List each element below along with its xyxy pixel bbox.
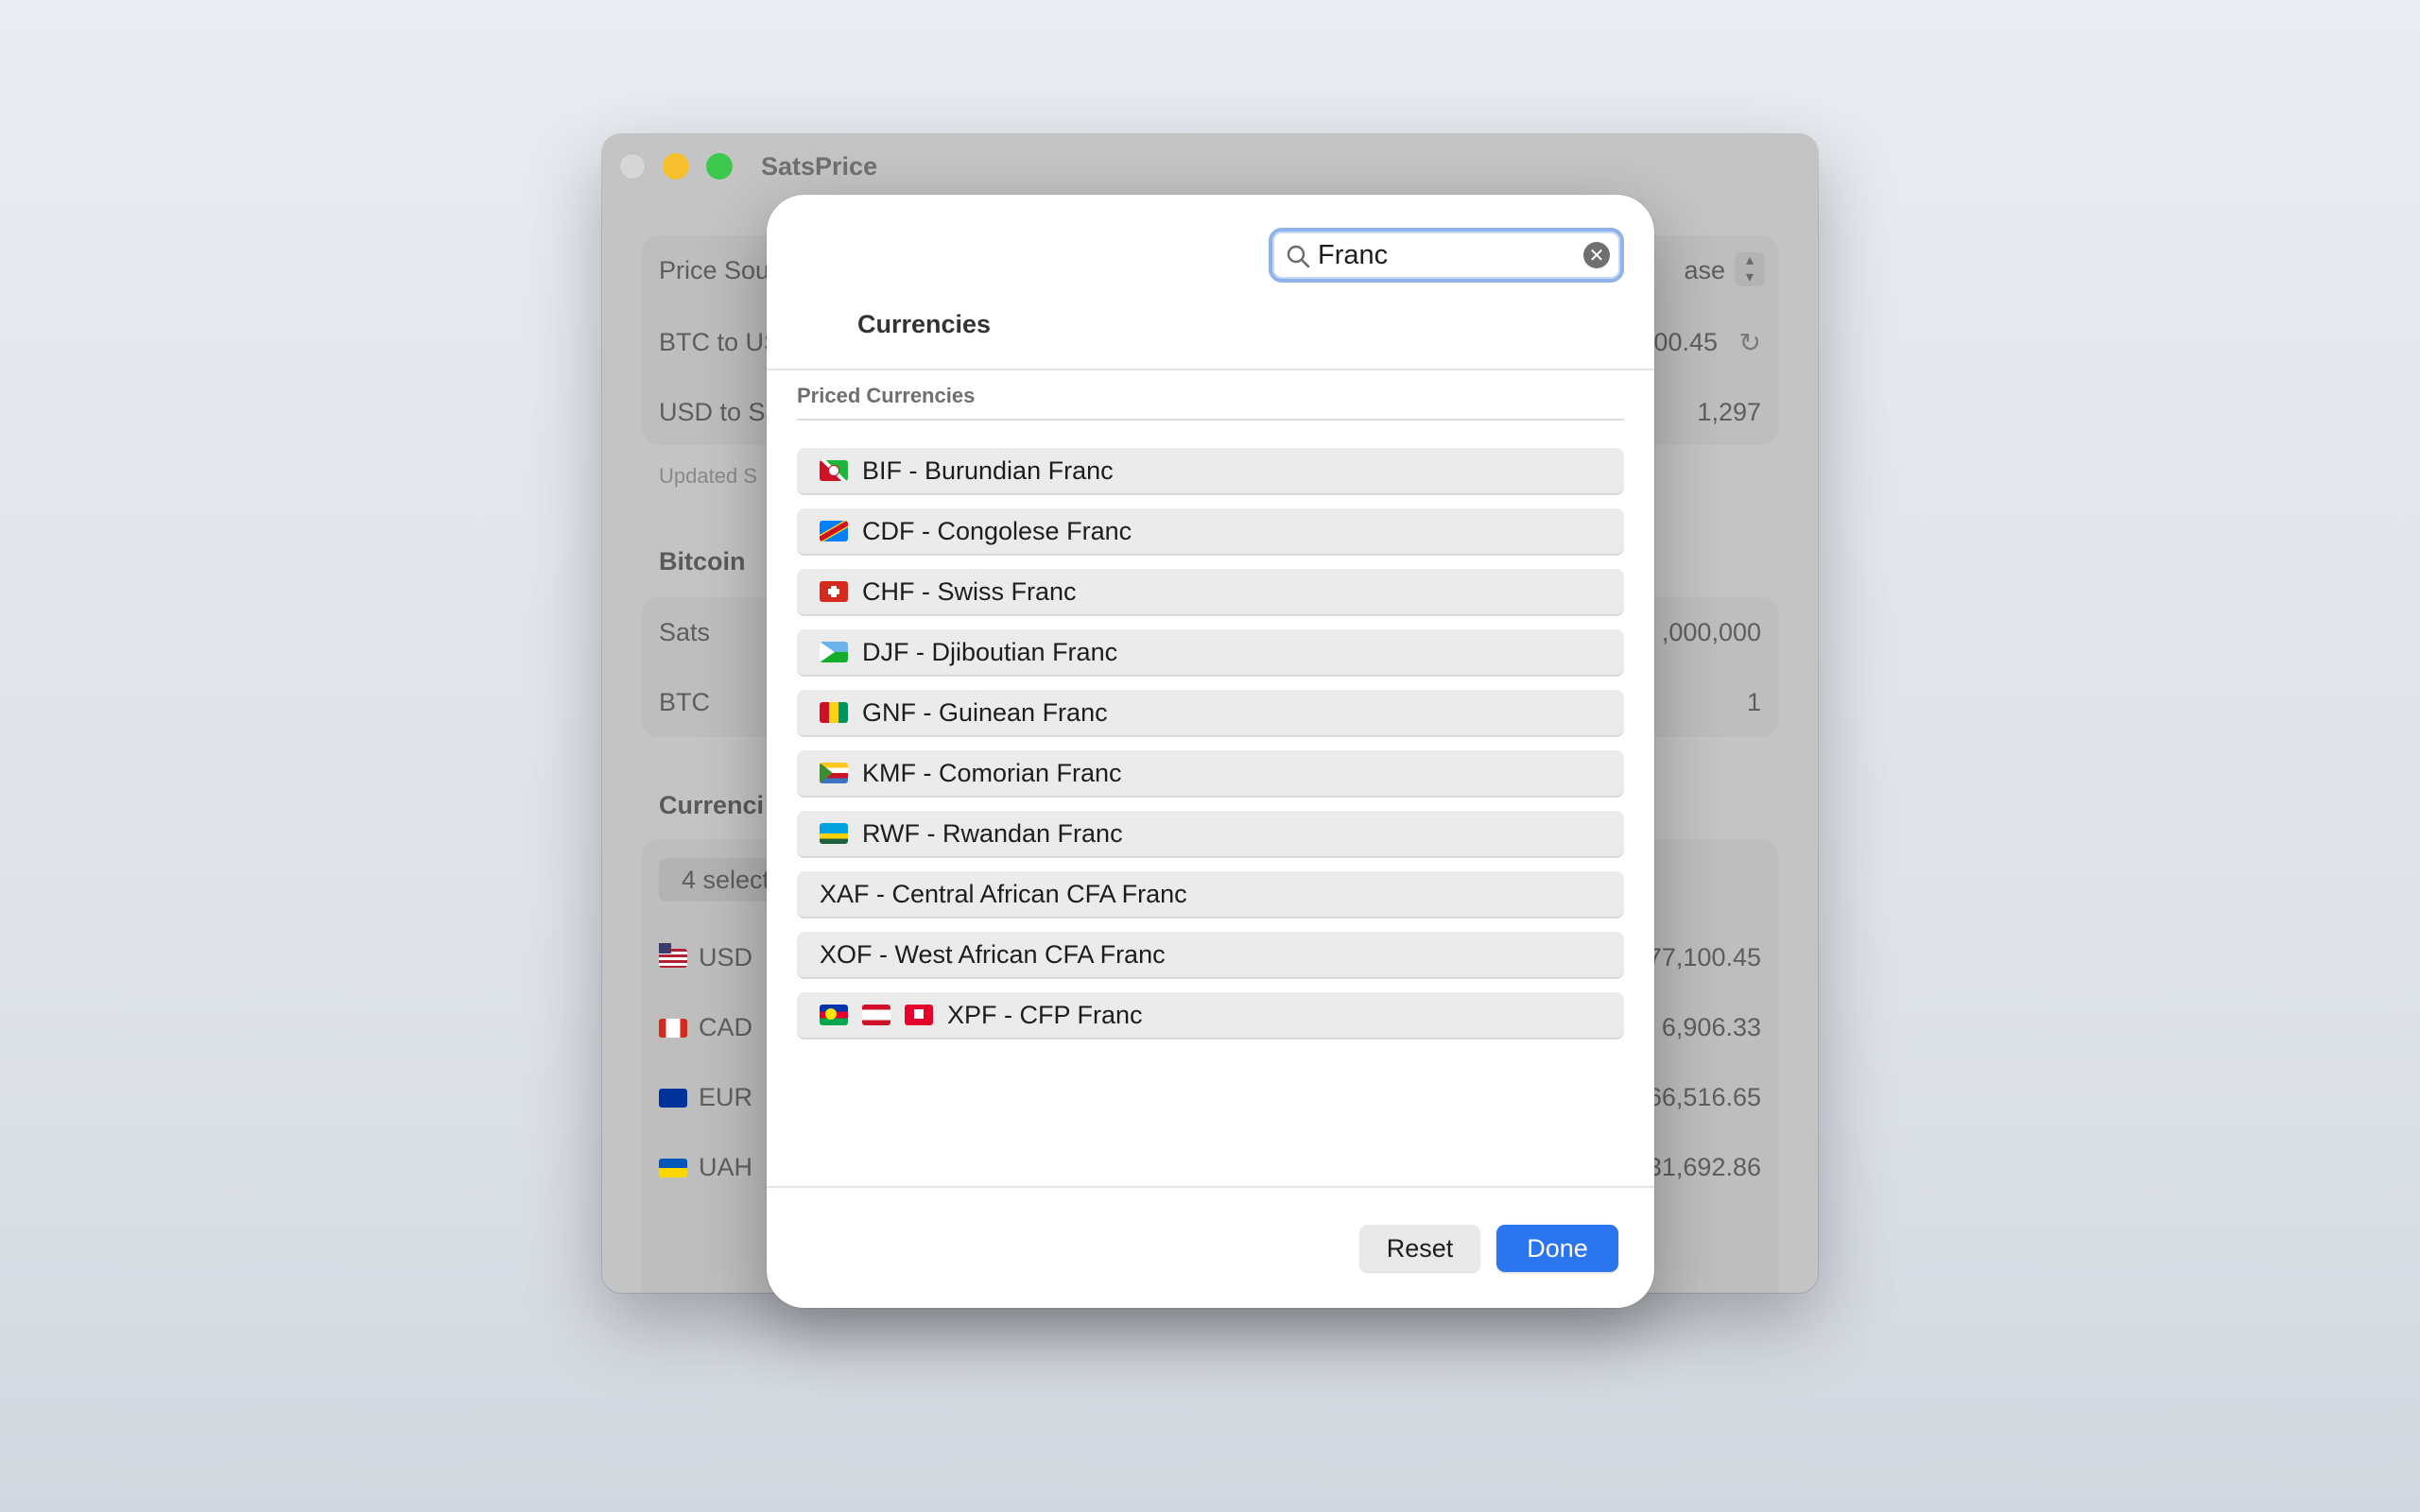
- btc-to-usd-value: 00.45: [1653, 328, 1718, 356]
- search-field[interactable]: ✕: [1269, 228, 1624, 283]
- currency-item-label: CDF - Congolese Franc: [862, 516, 1132, 545]
- section-header: Priced Currencies: [797, 384, 976, 407]
- currency-item-kmf[interactable]: KMF - Comorian Franc: [797, 750, 1624, 796]
- currency-item-label: DJF - Djiboutian Franc: [862, 637, 1118, 666]
- currency-item-bif[interactable]: BIF - Burundian Franc: [797, 448, 1624, 493]
- currency-item-label: XPF - CFP Franc: [947, 1000, 1143, 1029]
- done-button[interactable]: Done: [1496, 1225, 1618, 1272]
- sats-label: Sats: [659, 618, 711, 646]
- currency-code: UAH: [699, 1153, 753, 1181]
- usd-to-sats-label: USD to Sa: [659, 398, 780, 426]
- currency-item-rwf[interactable]: RWF - Rwandan Franc: [797, 811, 1624, 856]
- eu-flag-icon: [659, 1089, 687, 1108]
- new-caledonia-flag-icon: [820, 1005, 848, 1025]
- currency-value-eur[interactable]: 66,516.65: [1648, 1083, 1761, 1112]
- currency-row-eur: EUR: [659, 1083, 752, 1112]
- currency-list: BIF - Burundian Franc CDF - Congolese Fr…: [797, 448, 1624, 1053]
- search-icon: [1287, 245, 1310, 268]
- currency-code: USD: [699, 943, 753, 971]
- header-divider: [767, 369, 1654, 370]
- congo-flag-icon: [820, 521, 848, 541]
- currency-item-label: XOF - West African CFA Franc: [820, 939, 1166, 969]
- switzerland-flag-icon: [820, 581, 848, 602]
- dialog-title: Currencies: [857, 310, 992, 338]
- currency-code: CAD: [699, 1013, 753, 1041]
- currency-value-cad[interactable]: 6,906.33: [1662, 1013, 1761, 1042]
- zoom-window-button[interactable]: [706, 153, 733, 180]
- currency-item-label: GNF - Guinean Franc: [862, 697, 1108, 727]
- currency-row-usd: USD: [659, 943, 752, 972]
- currency-code: EUR: [699, 1083, 753, 1111]
- reset-button[interactable]: Reset: [1359, 1225, 1480, 1272]
- btc-value[interactable]: 1: [1747, 688, 1761, 717]
- clear-search-icon[interactable]: ✕: [1583, 242, 1610, 268]
- currency-row-uah: UAH: [659, 1153, 752, 1182]
- currency-row-cad: CAD: [659, 1013, 752, 1042]
- footer-divider: [767, 1186, 1654, 1188]
- rwanda-flag-icon: [820, 823, 848, 844]
- window-title: SatsPrice: [761, 152, 878, 180]
- selected-currencies-label: 4 select: [682, 866, 770, 894]
- stepper-icon[interactable]: ▴ ▾: [1735, 252, 1765, 286]
- price-source-label: Price Sou: [659, 256, 770, 284]
- currency-value-uah[interactable]: 31,692.86: [1648, 1153, 1761, 1182]
- currency-item-cdf[interactable]: CDF - Congolese Franc: [797, 508, 1624, 554]
- section-divider: [797, 419, 1624, 421]
- djibouti-flag-icon: [820, 642, 848, 662]
- search-input[interactable]: [1318, 237, 1573, 273]
- guinea-flag-icon: [820, 702, 848, 723]
- bitcoin-section-title: Bitcoin: [659, 547, 746, 576]
- currency-item-label: XAF - Central African CFA Franc: [820, 879, 1187, 908]
- currency-item-label: KMF - Comorian Franc: [862, 758, 1122, 787]
- currency-item-label: RWF - Rwandan Franc: [862, 818, 1123, 848]
- us-flag-icon: [659, 949, 687, 968]
- wallis-futuna-flag-icon: [905, 1005, 933, 1025]
- ua-flag-icon: [659, 1159, 687, 1177]
- currency-item-djf[interactable]: DJF - Djiboutian Franc: [797, 629, 1624, 675]
- currency-item-xaf[interactable]: XAF - Central African CFA Franc: [797, 871, 1624, 917]
- currency-item-label: BIF - Burundian Franc: [862, 455, 1114, 485]
- updated-text: Updated S: [659, 464, 757, 488]
- currency-item-chf[interactable]: CHF - Swiss Franc: [797, 569, 1624, 614]
- btc-label: BTC: [659, 688, 710, 716]
- comoros-flag-icon: [820, 763, 848, 783]
- french-polynesia-flag-icon: [862, 1005, 890, 1025]
- ca-flag-icon: [659, 1019, 687, 1038]
- refresh-icon[interactable]: ↻: [1739, 327, 1761, 358]
- currency-value-usd[interactable]: 77,100.45: [1648, 943, 1761, 972]
- currency-item-label: CHF - Swiss Franc: [862, 576, 1077, 606]
- currencies-dialog: ✕ Currencies Priced Currencies BIF - Bur…: [767, 195, 1654, 1308]
- currencies-section-title: Currenci: [659, 791, 765, 819]
- currency-item-xpf[interactable]: XPF - CFP Franc: [797, 992, 1624, 1038]
- usd-to-sats-value: 1,297: [1697, 398, 1761, 426]
- close-window-button[interactable]: [619, 153, 646, 180]
- currency-item-xof[interactable]: XOF - West African CFA Franc: [797, 932, 1624, 977]
- minimize-window-button[interactable]: [663, 153, 689, 180]
- sats-value[interactable]: ,000,000: [1662, 618, 1761, 647]
- btc-to-usd-label: BTC to US: [659, 328, 782, 356]
- burundi-flag-icon: [820, 460, 848, 481]
- currency-item-gnf[interactable]: GNF - Guinean Franc: [797, 690, 1624, 735]
- price-source-value[interactable]: ase: [1684, 256, 1725, 285]
